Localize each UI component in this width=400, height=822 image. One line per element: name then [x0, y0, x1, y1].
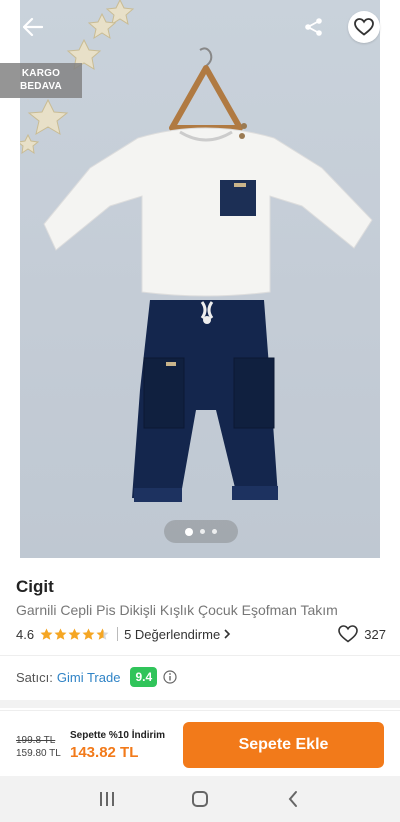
- add-to-cart-button[interactable]: Sepete Ekle: [183, 722, 384, 768]
- section-divider: [0, 700, 400, 708]
- star-filled-icon: [40, 628, 53, 640]
- seller-label: Satıcı:: [16, 669, 53, 685]
- original-price: 199.8 TL: [16, 735, 56, 746]
- seller-name-link[interactable]: Gimi Trade: [57, 670, 121, 685]
- share-button[interactable]: [300, 13, 328, 41]
- star-half-icon: [96, 628, 109, 640]
- star-filled-icon: [54, 628, 67, 640]
- gallery-pagination[interactable]: [164, 520, 238, 543]
- pagination-dot-active[interactable]: [185, 527, 193, 536]
- recents-button[interactable]: [92, 784, 122, 814]
- rating-value: 4.6: [16, 626, 35, 642]
- recents-icon: [99, 792, 114, 806]
- favorite-button[interactable]: [348, 11, 380, 43]
- purchase-bar: 199.8 TL 159.80 TL Sepette %10 İndirim 1…: [0, 710, 400, 776]
- share-icon: [305, 18, 322, 36]
- chevron-left-icon: [288, 791, 298, 807]
- heart-outline-icon: [354, 18, 374, 36]
- divider: [117, 627, 119, 641]
- section-divider: [0, 655, 400, 656]
- brand-name[interactable]: Cigit: [16, 577, 54, 597]
- seller-score-badge: 9.4: [130, 667, 158, 687]
- rating-row: 4.6 5 Değerlendirme 327: [16, 625, 386, 643]
- reviews-count-label: 5 Değerlendirme: [124, 626, 221, 642]
- reviews-link[interactable]: 5 Değerlendirme: [124, 627, 231, 642]
- badge-line-1: KARGO: [21, 68, 61, 79]
- back-button[interactable]: [18, 12, 48, 42]
- arrow-left-icon: [23, 18, 43, 36]
- product-title: Garnili Cepli Pis Dikişli Kışlık Çocuk E…: [16, 602, 338, 618]
- system-nav-bar: [0, 776, 400, 822]
- seller-row: Satıcı: Gimi Trade 9.4: [16, 666, 177, 688]
- pagination-dot[interactable]: [212, 529, 217, 534]
- favorite-count[interactable]: 327: [338, 625, 386, 643]
- rating-stars: [40, 628, 109, 641]
- star-filled-icon: [68, 628, 81, 640]
- free-shipping-badge: KARGO BEDAVA: [0, 63, 82, 98]
- home-button[interactable]: [185, 784, 215, 814]
- pagination-dot[interactable]: [200, 529, 205, 534]
- heart-outline-icon: [338, 625, 359, 643]
- favorite-count-value: 327: [364, 626, 386, 642]
- discounted-price: 159.80 TL: [16, 748, 61, 759]
- star-filled-icon: [82, 628, 95, 640]
- home-icon: [191, 791, 208, 807]
- system-back-button[interactable]: [278, 784, 308, 814]
- badge-line-2: BEDAVA: [20, 81, 62, 92]
- basket-discount-note: Sepette %10 İndirim: [70, 730, 166, 741]
- chevron-right-icon: [224, 629, 231, 639]
- final-price: 143.82 TL: [70, 744, 139, 761]
- product-image-gallery[interactable]: KARGO BEDAVA: [0, 0, 400, 558]
- info-icon[interactable]: [163, 670, 177, 684]
